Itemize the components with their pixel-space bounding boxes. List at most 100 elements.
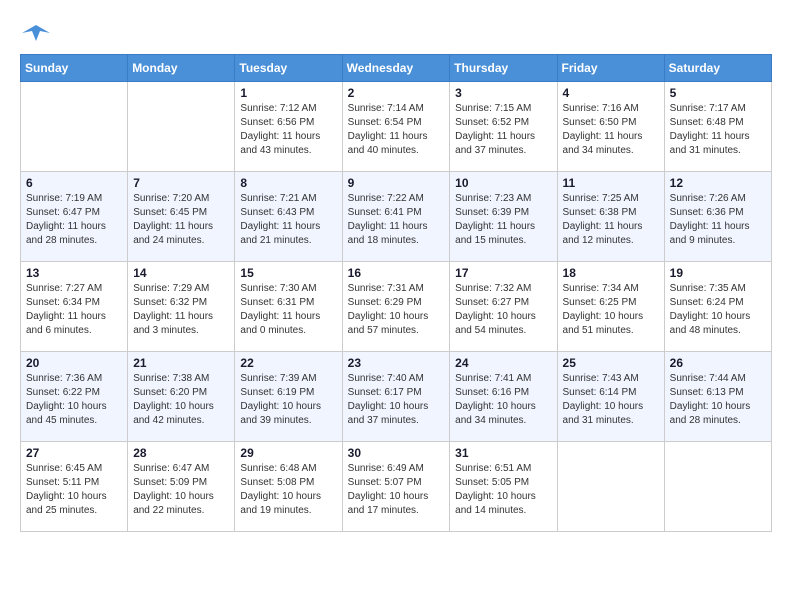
calendar-cell: 9Sunrise: 7:22 AM Sunset: 6:41 PM Daylig… [342, 172, 450, 262]
calendar-cell: 10 Sunrise: 7:23 AM Sunset: 6:39 PM Dayli… [450, 172, 557, 262]
day-number: 30 [348, 446, 445, 460]
day-number: 4 [563, 86, 659, 100]
day-info: Sunrise: 7:41 AM Sunset: 6:16 PM Dayligh… [455, 372, 551, 428]
logo-bird-icon [22, 23, 50, 43]
calendar-cell: 11Sunrise: 7:25 AM Sunset: 6:38 PM Dayli… [557, 172, 664, 262]
day-number: 17 [455, 266, 551, 280]
day-info: Sunrise: 6:51 AM Sunset: 5:05 PM Dayligh… [455, 462, 551, 518]
day-info: Sunrise: 7:27 AM Sunset: 6:34 PM Dayligh… [26, 282, 122, 338]
day-info: Sunrise: 7:32 AM Sunset: 6:27 PM Dayligh… [455, 282, 551, 338]
day-info: Sunrise: 7:40 AM Sunset: 6:17 PM Dayligh… [348, 372, 445, 428]
day-number: 15 [240, 266, 336, 280]
calendar-cell: 18 Sunrise: 7:34 AM Sunset: 6:25 PM Dayli… [557, 262, 664, 352]
day-of-week-header: Monday [128, 55, 235, 82]
day-number: 11 [563, 176, 659, 190]
calendar-body: 1 Sunrise: 7:12 AM Sunset: 6:56 PM Daylig… [21, 82, 772, 532]
day-number: 28 [133, 446, 229, 460]
calendar-cell: 21 Sunrise: 7:38 AM Sunset: 6:20 PM Dayli… [128, 352, 235, 442]
day-info: Sunrise: 7:14 AM Sunset: 6:54 PM Dayligh… [348, 102, 445, 158]
calendar-cell: 25 Sunrise: 7:43 AM Sunset: 6:14 PM Dayli… [557, 352, 664, 442]
calendar-cell: 20 Sunrise: 7:36 AM Sunset: 6:22 PM Dayli… [21, 352, 128, 442]
calendar-cell: 1 Sunrise: 7:12 AM Sunset: 6:56 PM Daylig… [235, 82, 342, 172]
day-number: 26 [670, 356, 766, 370]
day-info: Sunrise: 7:36 AM Sunset: 6:22 PM Dayligh… [26, 372, 122, 428]
day-number: 14 [133, 266, 229, 280]
calendar-week-row: 13Sunrise: 7:27 AM Sunset: 6:34 PM Dayli… [21, 262, 772, 352]
calendar-cell: 8 Sunrise: 7:21 AM Sunset: 6:43 PM Daylig… [235, 172, 342, 262]
calendar-header-row: SundayMondayTuesdayWednesdayThursdayFrid… [21, 55, 772, 82]
calendar-cell: 2Sunrise: 7:14 AM Sunset: 6:54 PM Daylig… [342, 82, 450, 172]
day-number: 22 [240, 356, 336, 370]
day-info: Sunrise: 7:39 AM Sunset: 6:19 PM Dayligh… [240, 372, 336, 428]
day-number: 19 [670, 266, 766, 280]
calendar-cell: 4 Sunrise: 7:16 AM Sunset: 6:50 PM Daylig… [557, 82, 664, 172]
day-number: 10 [455, 176, 551, 190]
calendar-cell [128, 82, 235, 172]
day-number: 27 [26, 446, 122, 460]
day-number: 16 [348, 266, 445, 280]
calendar-cell: 17 Sunrise: 7:32 AM Sunset: 6:27 PM Dayli… [450, 262, 557, 352]
calendar-cell: 26 Sunrise: 7:44 AM Sunset: 6:13 PM Dayli… [664, 352, 771, 442]
day-info: Sunrise: 7:12 AM Sunset: 6:56 PM Dayligh… [240, 102, 336, 158]
day-number: 18 [563, 266, 659, 280]
day-number: 8 [240, 176, 336, 190]
calendar-cell: 15 Sunrise: 7:30 AM Sunset: 6:31 PM Dayli… [235, 262, 342, 352]
day-number: 7 [133, 176, 229, 190]
calendar-cell: 6 Sunrise: 7:19 AM Sunset: 6:47 PM Daylig… [21, 172, 128, 262]
day-number: 5 [670, 86, 766, 100]
day-info: Sunrise: 7:21 AM Sunset: 6:43 PM Dayligh… [240, 192, 336, 248]
calendar-cell: 27 Sunrise: 6:45 AM Sunset: 5:11 PM Dayli… [21, 442, 128, 532]
day-of-week-header: Sunday [21, 55, 128, 82]
calendar-cell: 19Sunrise: 7:35 AM Sunset: 6:24 PM Dayli… [664, 262, 771, 352]
day-info: Sunrise: 7:23 AM Sunset: 6:39 PM Dayligh… [455, 192, 551, 248]
day-info: Sunrise: 7:20 AM Sunset: 6:45 PM Dayligh… [133, 192, 229, 248]
day-of-week-header: Wednesday [342, 55, 450, 82]
calendar-cell: 13Sunrise: 7:27 AM Sunset: 6:34 PM Dayli… [21, 262, 128, 352]
calendar-cell: 3 Sunrise: 7:15 AM Sunset: 6:52 PM Daylig… [450, 82, 557, 172]
calendar-cell: 12Sunrise: 7:26 AM Sunset: 6:36 PM Dayli… [664, 172, 771, 262]
calendar-cell: 23Sunrise: 7:40 AM Sunset: 6:17 PM Dayli… [342, 352, 450, 442]
calendar-week-row: 20 Sunrise: 7:36 AM Sunset: 6:22 PM Dayli… [21, 352, 772, 442]
calendar-cell: 5 Sunrise: 7:17 AM Sunset: 6:48 PM Daylig… [664, 82, 771, 172]
day-number: 1 [240, 86, 336, 100]
day-number: 29 [240, 446, 336, 460]
day-number: 21 [133, 356, 229, 370]
day-info: Sunrise: 7:19 AM Sunset: 6:47 PM Dayligh… [26, 192, 122, 248]
calendar-cell [21, 82, 128, 172]
day-info: Sunrise: 7:15 AM Sunset: 6:52 PM Dayligh… [455, 102, 551, 158]
day-number: 12 [670, 176, 766, 190]
day-info: Sunrise: 7:17 AM Sunset: 6:48 PM Dayligh… [670, 102, 766, 158]
day-number: 24 [455, 356, 551, 370]
calendar-table: SundayMondayTuesdayWednesdayThursdayFrid… [20, 54, 772, 532]
day-info: Sunrise: 7:38 AM Sunset: 6:20 PM Dayligh… [133, 372, 229, 428]
day-number: 6 [26, 176, 122, 190]
day-of-week-header: Friday [557, 55, 664, 82]
day-info: Sunrise: 6:49 AM Sunset: 5:07 PM Dayligh… [348, 462, 445, 518]
day-info: Sunrise: 6:48 AM Sunset: 5:08 PM Dayligh… [240, 462, 336, 518]
calendar-cell: 31 Sunrise: 6:51 AM Sunset: 5:05 PM Dayli… [450, 442, 557, 532]
day-info: Sunrise: 7:30 AM Sunset: 6:31 PM Dayligh… [240, 282, 336, 338]
day-number: 31 [455, 446, 551, 460]
calendar-week-row: 6 Sunrise: 7:19 AM Sunset: 6:47 PM Daylig… [21, 172, 772, 262]
day-number: 25 [563, 356, 659, 370]
day-info: Sunrise: 7:43 AM Sunset: 6:14 PM Dayligh… [563, 372, 659, 428]
day-of-week-header: Tuesday [235, 55, 342, 82]
day-info: Sunrise: 7:31 AM Sunset: 6:29 PM Dayligh… [348, 282, 445, 338]
calendar-cell: 14 Sunrise: 7:29 AM Sunset: 6:32 PM Dayli… [128, 262, 235, 352]
day-number: 3 [455, 86, 551, 100]
calendar-cell: 22 Sunrise: 7:39 AM Sunset: 6:19 PM Dayli… [235, 352, 342, 442]
day-info: Sunrise: 6:45 AM Sunset: 5:11 PM Dayligh… [26, 462, 122, 518]
calendar-week-row: 27 Sunrise: 6:45 AM Sunset: 5:11 PM Dayli… [21, 442, 772, 532]
page-header [20, 20, 772, 44]
day-number: 20 [26, 356, 122, 370]
calendar-cell: 16 Sunrise: 7:31 AM Sunset: 6:29 PM Dayli… [342, 262, 450, 352]
day-info: Sunrise: 7:29 AM Sunset: 6:32 PM Dayligh… [133, 282, 229, 338]
logo-text [20, 20, 50, 44]
day-of-week-header: Thursday [450, 55, 557, 82]
calendar-week-row: 1 Sunrise: 7:12 AM Sunset: 6:56 PM Daylig… [21, 82, 772, 172]
day-info: Sunrise: 7:34 AM Sunset: 6:25 PM Dayligh… [563, 282, 659, 338]
calendar-cell: 29 Sunrise: 6:48 AM Sunset: 5:08 PM Dayli… [235, 442, 342, 532]
day-info: Sunrise: 7:16 AM Sunset: 6:50 PM Dayligh… [563, 102, 659, 158]
day-info: Sunrise: 7:44 AM Sunset: 6:13 PM Dayligh… [670, 372, 766, 428]
day-number: 9 [348, 176, 445, 190]
